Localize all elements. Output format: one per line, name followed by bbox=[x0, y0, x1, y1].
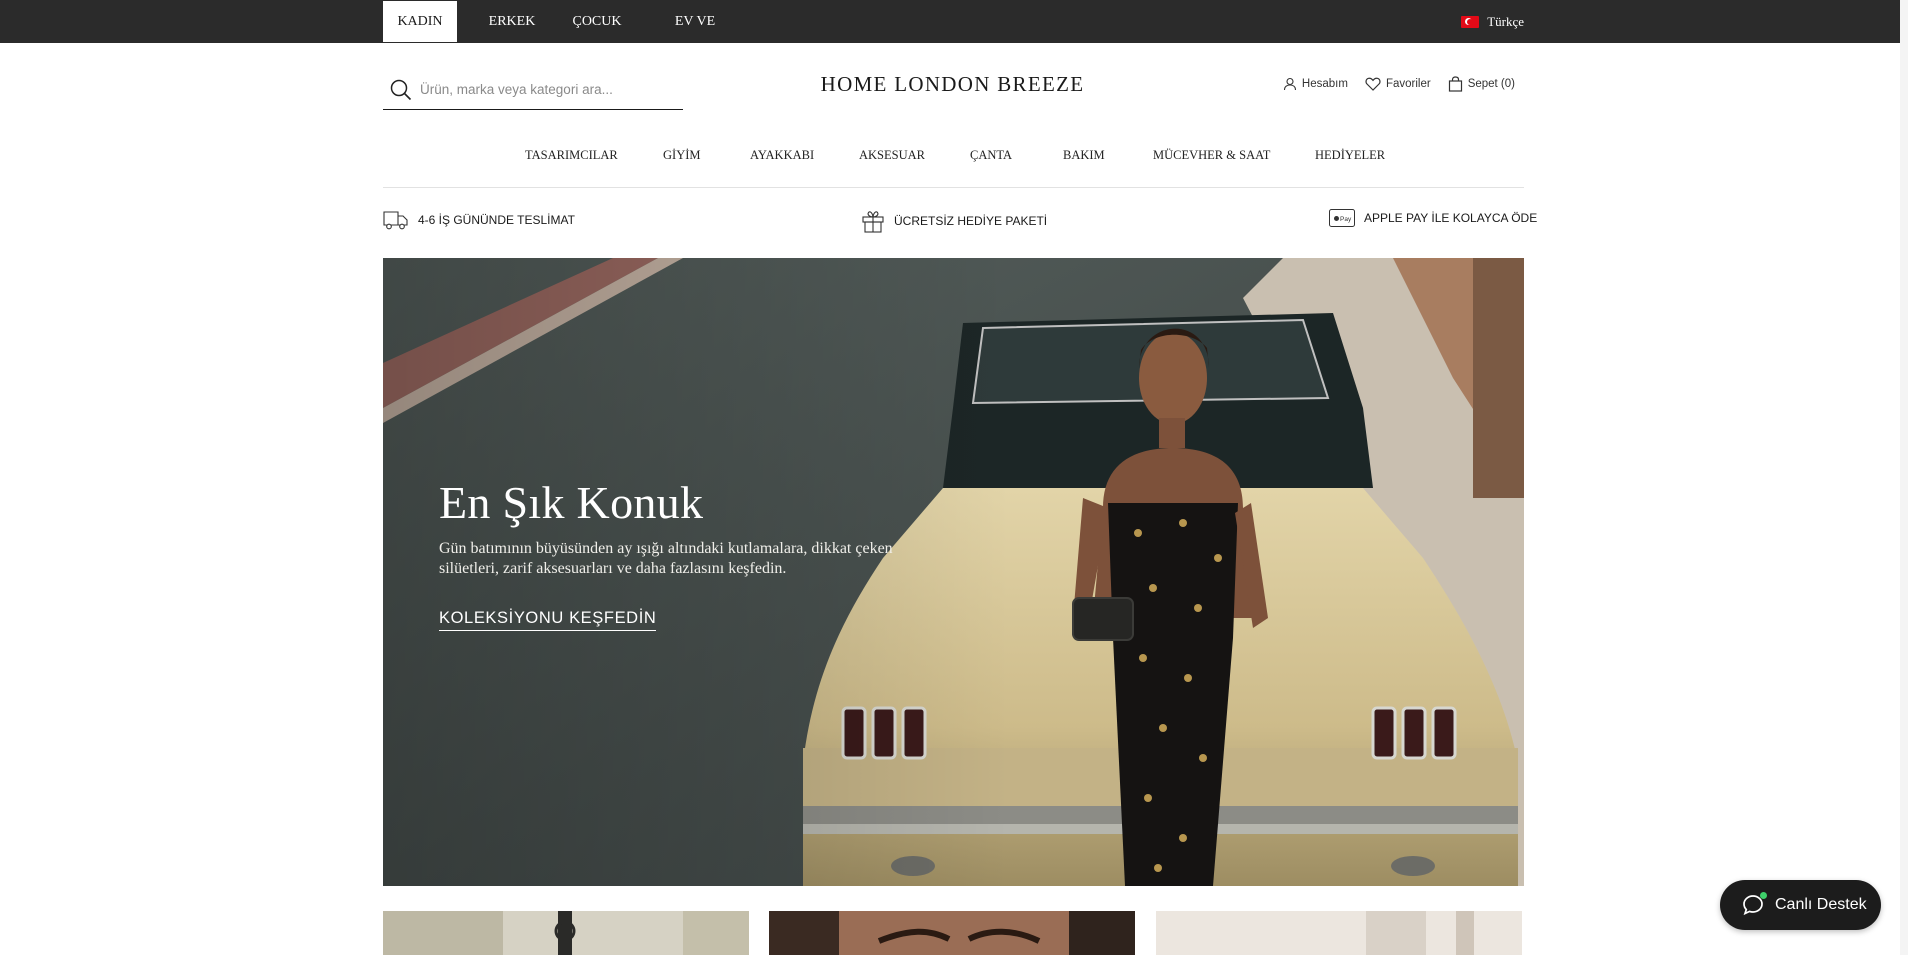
nav-item-canta[interactable]: ÇANTA bbox=[970, 148, 1012, 163]
top-bar-inner: KADIN ERKEK ÇOCUK EV VE YAŞAM Türkçe bbox=[383, 0, 1524, 70]
cart-label: Sepet (0) bbox=[1467, 78, 1515, 90]
live-support-label: Canlı Destek bbox=[1775, 896, 1867, 913]
tab-kadin[interactable]: KADIN bbox=[383, 1, 457, 42]
nav-item-bakim[interactable]: BAKIM bbox=[1063, 148, 1105, 163]
header-actions: Hesabım Favoriler Sepet (0) bbox=[1283, 76, 1515, 92]
nav-item-aksesuar[interactable]: AKSESUAR bbox=[859, 148, 925, 163]
gift-icon bbox=[862, 211, 884, 233]
usp-delivery-label: 4-6 İŞ GÜNÜNDE TESLİMAT bbox=[418, 213, 575, 227]
promo-card-2[interactable] bbox=[769, 911, 1135, 955]
nav-item-giyim[interactable]: GİYİM bbox=[663, 148, 701, 163]
live-support-button[interactable]: Canlı Destek bbox=[1720, 880, 1881, 930]
heart-icon bbox=[1365, 77, 1381, 91]
promo-card-2-image bbox=[769, 911, 1135, 955]
truck-icon bbox=[383, 211, 408, 230]
cart-link[interactable]: Sepet (0) bbox=[1448, 76, 1515, 92]
usp-pay-label: APPLE PAY İLE KOLAYCA ÖDE bbox=[1364, 211, 1538, 225]
apple-pay-badge-text: Pay bbox=[1340, 216, 1352, 223]
explore-collection-link[interactable]: KOLEKSİYONU KEŞFEDİN bbox=[439, 609, 657, 631]
apple-pay-icon: Pay bbox=[1329, 209, 1355, 227]
search-input[interactable] bbox=[420, 82, 670, 97]
online-status-dot bbox=[1760, 892, 1767, 899]
nav-item-mucevher-saat[interactable]: MÜCEVHER & SAAT bbox=[1153, 148, 1270, 163]
promo-card-3[interactable] bbox=[1156, 911, 1522, 955]
promo-card-1-image bbox=[383, 911, 749, 955]
promo-card-1[interactable] bbox=[383, 911, 749, 955]
top-bar: KADIN ERKEK ÇOCUK EV VE YAŞAM Türkçe bbox=[0, 0, 1908, 70]
tab-erkek[interactable]: ERKEK bbox=[483, 1, 541, 42]
usp-gift: ÜCRETSİZ HEDİYE PAKETİ bbox=[861, 209, 1047, 233]
account-label: Hesabım bbox=[1301, 78, 1348, 90]
hero-title: En Şık Konuk bbox=[439, 477, 704, 528]
nav-item-ayakkabi[interactable]: AYAKKABI bbox=[750, 148, 814, 163]
tab-cocuk[interactable]: ÇOCUK bbox=[569, 1, 625, 42]
turkey-flag-icon bbox=[1461, 15, 1480, 28]
shopping-bag-icon bbox=[1448, 76, 1462, 92]
hero-banner[interactable]: En Şık Konuk Gün batımının büyüsünden ay… bbox=[383, 258, 1524, 886]
search-bar[interactable] bbox=[383, 70, 683, 110]
user-icon bbox=[1283, 77, 1296, 91]
usp-delivery: 4-6 İŞ GÜNÜNDE TESLİMAT bbox=[383, 209, 575, 231]
favorites-link[interactable]: Favoriler bbox=[1365, 76, 1431, 92]
search-icon bbox=[390, 79, 412, 100]
account-link[interactable]: Hesabım bbox=[1283, 76, 1348, 92]
nav-item-hediyeler[interactable]: HEDİYELER bbox=[1315, 148, 1385, 163]
language-selector[interactable]: Türkçe bbox=[1461, 0, 1524, 43]
usp-gift-label: ÜCRETSİZ HEDİYE PAKETİ bbox=[894, 214, 1048, 228]
page-scrollbar[interactable] bbox=[1900, 0, 1908, 955]
favorites-label: Favoriler bbox=[1385, 78, 1431, 90]
usp-pay: Pay APPLE PAY İLE KOLAYCA ÖDE bbox=[1329, 209, 1537, 227]
promo-card-3-image bbox=[1156, 911, 1522, 955]
site-logo[interactable]: HOME LONDON BREEZE bbox=[780, 72, 1125, 97]
hero-description: Gün batımının büyüsünden ay ışığı altınd… bbox=[439, 540, 893, 577]
tab-ev-ve-yasam[interactable]: EV VE YAŞAM bbox=[653, 1, 737, 70]
language-label: Türkçe bbox=[1487, 13, 1524, 29]
nav-item-tasarimcilar[interactable]: TASARIMCILAR bbox=[525, 148, 618, 163]
category-nav: TASARIMCILAR GİYİM AYAKKABI AKSESUAR ÇAN… bbox=[383, 148, 1524, 188]
